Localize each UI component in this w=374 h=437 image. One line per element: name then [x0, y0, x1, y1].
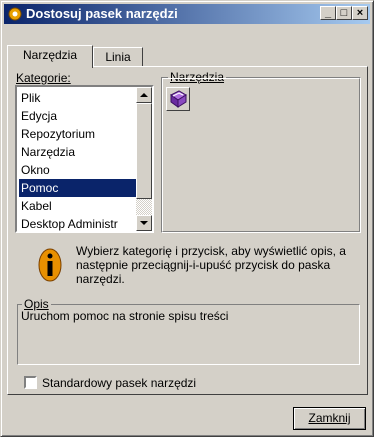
description-group: Opis Uruchom pomoc na stronie spisu treś…	[17, 297, 360, 365]
close-button[interactable]: Zamknij	[293, 407, 366, 430]
list-item[interactable]: Desktop Administr	[19, 215, 141, 231]
tab-linia[interactable]: Linia	[93, 47, 143, 67]
close-button-label: Zamknij	[308, 411, 351, 425]
close-window-button[interactable]: ×	[352, 6, 368, 20]
tab-label: Narzędzia	[22, 48, 78, 62]
close-icon: ×	[356, 7, 364, 19]
minimize-button[interactable]: _	[320, 6, 336, 20]
scroll-thumb[interactable]	[136, 103, 152, 199]
help-book-icon	[170, 90, 187, 108]
standard-toolbar-label[interactable]: Standardowy pasek narzędzi	[42, 376, 196, 390]
description-text: Uruchom pomoc na stronie spisu treści	[21, 309, 229, 323]
list-item-selected[interactable]: Pomoc	[19, 179, 141, 197]
list-item[interactable]: Narzędzia	[19, 143, 141, 161]
info-icon	[38, 248, 62, 282]
hint-text: Wybierz kategorię i przycisk, aby wyświe…	[76, 244, 346, 286]
tool-button-help[interactable]	[166, 87, 190, 111]
list-item[interactable]: Plik	[19, 89, 141, 107]
customize-toolbar-dialog: Dostosuj pasek narzędzi _ □ × Narzędzia …	[0, 0, 374, 437]
scroll-down-button[interactable]	[136, 215, 152, 231]
categories-scrollbar[interactable]	[136, 87, 152, 231]
minimize-icon: _	[324, 7, 332, 19]
tools-label: Narzędzia	[168, 70, 227, 84]
app-icon	[8, 7, 22, 21]
tab-narzedzia[interactable]: Narzędzia	[7, 45, 93, 68]
maximize-icon: □	[340, 7, 348, 19]
list-item[interactable]: Repozytorium	[19, 125, 141, 143]
tab-label: Linia	[105, 50, 131, 64]
tools-group: Narzędzia	[161, 70, 361, 233]
title-bar[interactable]: Dostosuj pasek narzędzi _ □ ×	[4, 4, 370, 24]
window-title: Dostosuj pasek narzędzi	[26, 6, 178, 21]
categories-label: Kategorie:	[16, 71, 71, 85]
standard-toolbar-checkbox[interactable]	[24, 376, 37, 389]
scroll-up-button[interactable]	[136, 87, 152, 103]
arrow-down-icon	[140, 221, 148, 225]
maximize-button[interactable]: □	[336, 6, 352, 20]
categories-list[interactable]: Plik Edycja Repozytorium Narzędzia Okno …	[15, 85, 154, 233]
arrow-up-icon	[140, 93, 148, 97]
list-item[interactable]: Kabel	[19, 197, 141, 215]
list-item[interactable]: Edycja	[19, 107, 141, 125]
list-item[interactable]: Okno	[19, 161, 141, 179]
